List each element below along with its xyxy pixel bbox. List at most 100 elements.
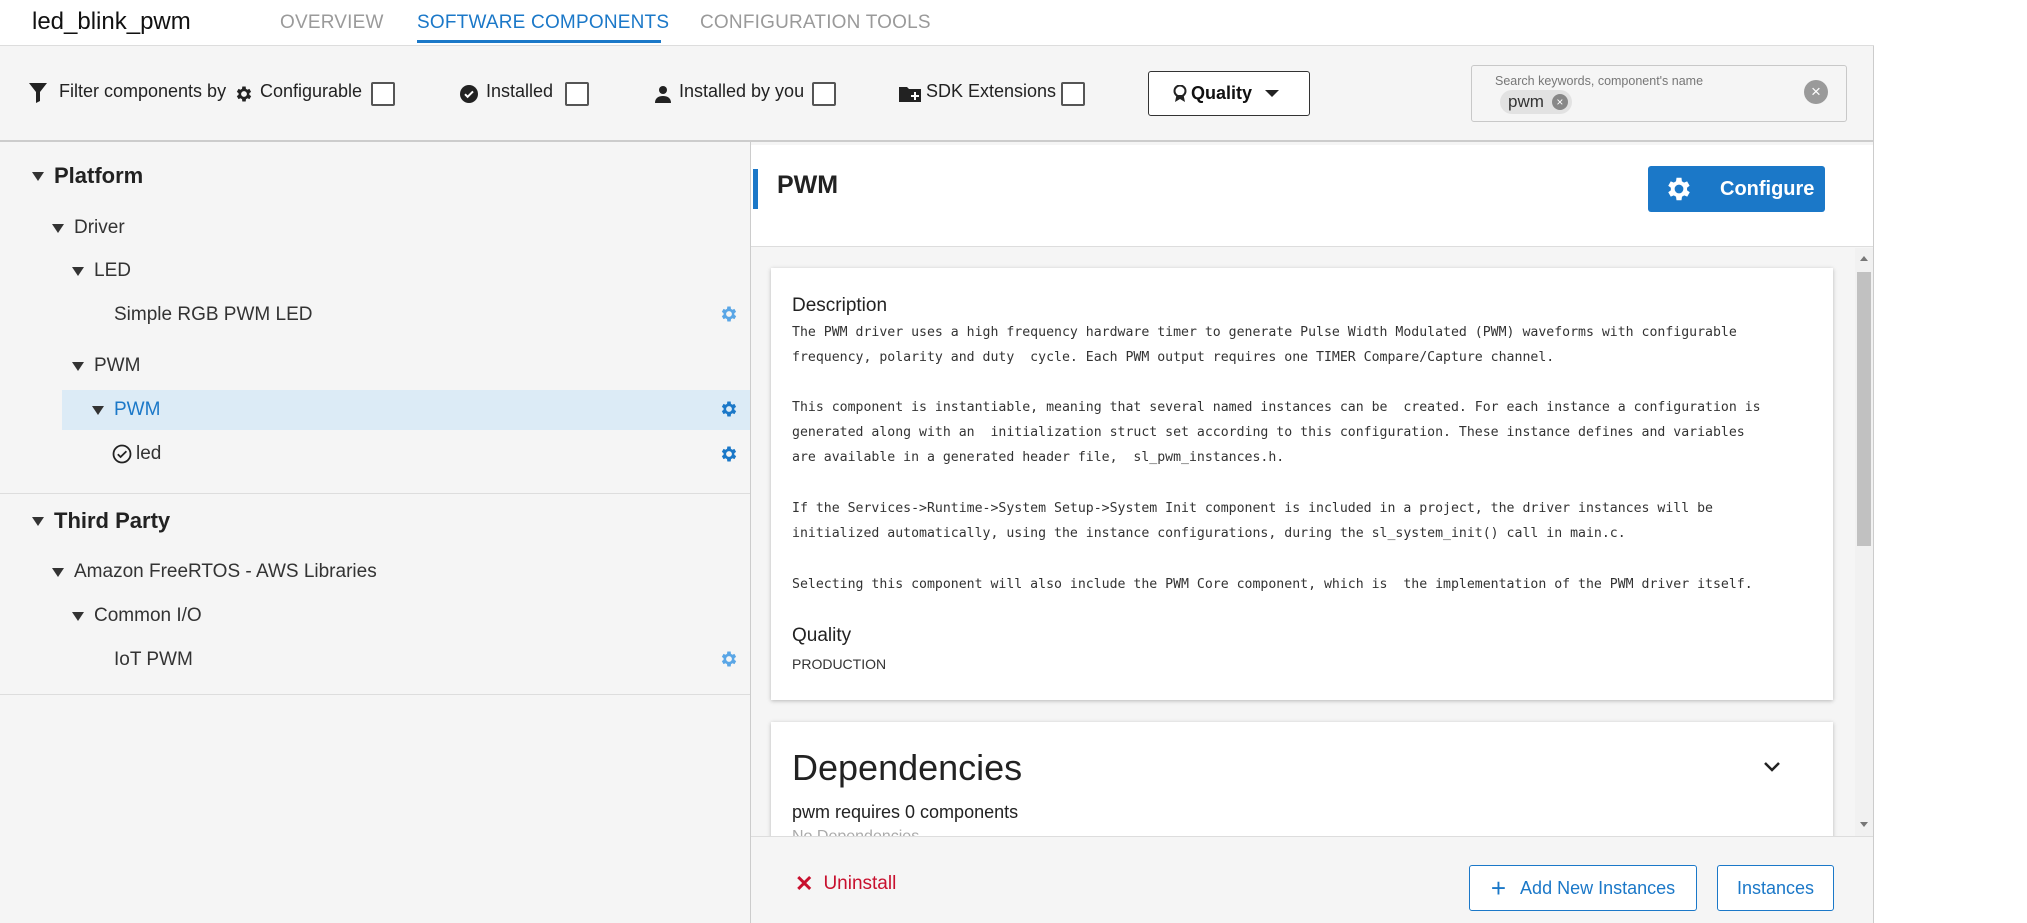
- tree-row-driver[interactable]: Driver: [0, 208, 750, 248]
- chevron-down-icon[interactable]: [1763, 760, 1781, 778]
- filter-icon: [28, 82, 48, 104]
- tree-label: IoT PWM: [114, 649, 193, 670]
- quality-heading: Quality: [792, 625, 852, 646]
- quality-dropdown[interactable]: Quality: [1148, 71, 1310, 116]
- caret-down-icon: [52, 223, 64, 233]
- instances-button[interactable]: Instances: [1717, 865, 1834, 911]
- dependencies-empty: No Dependencies: [792, 828, 919, 836]
- filter-installed-checkbox[interactable]: [565, 82, 589, 106]
- configure-button-label: Configure: [1720, 177, 1815, 200]
- clear-search-icon[interactable]: ×: [1804, 80, 1828, 104]
- tree-label: Common I/O: [94, 605, 202, 626]
- search-chip: pwm ×: [1500, 90, 1572, 114]
- dependencies-heading: Dependencies: [792, 747, 1023, 788]
- filter-sdk-extensions-checkbox[interactable]: [1061, 82, 1085, 106]
- award-icon: [1173, 84, 1187, 103]
- tab-software-components[interactable]: SOFTWARE COMPONENTS: [417, 12, 669, 34]
- gear-icon: [234, 84, 254, 104]
- description-paragraph: This component is instantiable, meaning …: [792, 400, 1761, 465]
- scroll-up-arrow[interactable]: [1860, 256, 1868, 261]
- tree-divider: [0, 694, 750, 695]
- folder-plus-icon: [899, 84, 923, 104]
- filter-bar: Filter components by Configurable Instal…: [0, 46, 1873, 142]
- person-icon: [655, 85, 671, 103]
- tree-label: PWM: [94, 355, 141, 376]
- tree-row-led[interactable]: LED: [0, 251, 750, 291]
- filter-prefix-label: Filter components by: [59, 81, 227, 101]
- title-accent-bar: [753, 169, 758, 209]
- top-bar: led_blink_pwm OVERVIEW SOFTWARE COMPONEN…: [0, 0, 1874, 46]
- tree-divider: [0, 493, 750, 494]
- empty-area: [1874, 0, 2027, 923]
- filter-configurable-label: Configurable: [260, 81, 363, 101]
- tree-row-amazon-freertos[interactable]: Amazon FreeRTOS - AWS Libraries: [0, 552, 750, 592]
- configure-gear-icon[interactable]: [719, 444, 741, 466]
- description-paragraph: The PWM driver uses a high frequency har…: [792, 325, 1737, 365]
- scroll-down-arrow[interactable]: [1860, 822, 1868, 827]
- description-card: Description The PWM driver uses a high f…: [771, 268, 1833, 700]
- filter-installed-by-you-label: Installed by you: [679, 81, 805, 101]
- gear-icon: [1668, 177, 1690, 201]
- description-heading: Description: [792, 295, 888, 316]
- component-footer: ✕ Uninstall + Add New Instances Instance…: [751, 836, 1873, 923]
- configure-button[interactable]: Configure: [1648, 166, 1825, 212]
- tree-row-led-instance[interactable]: led: [0, 434, 750, 474]
- tree-label: Platform: [54, 163, 144, 188]
- active-tab-indicator: [417, 40, 661, 43]
- tree-row-common-io[interactable]: Common I/O: [0, 596, 750, 636]
- close-icon: ✕: [795, 871, 814, 896]
- add-new-instances-label: Add New Instances: [1520, 877, 1676, 898]
- caret-down-icon: [92, 405, 104, 415]
- component-details: Description The PWM driver uses a high f…: [751, 248, 1855, 836]
- configure-gear-icon[interactable]: [719, 649, 741, 671]
- caret-down-icon: [72, 611, 84, 621]
- search-placeholder: Search keywords, component's name: [1495, 74, 1704, 88]
- tree-row-simple-rgb-pwm-led[interactable]: Simple RGB PWM LED: [0, 295, 750, 335]
- tab-configuration-tools[interactable]: CONFIGURATION TOOLS: [700, 12, 931, 34]
- filter-configurable-checkbox[interactable]: [371, 82, 395, 106]
- tree-row-third-party[interactable]: Third Party: [0, 501, 750, 541]
- divider: [1873, 46, 1874, 923]
- caret-down-icon: [72, 361, 84, 371]
- instances-label: Instances: [1736, 877, 1815, 898]
- uninstall-button[interactable]: ✕ Uninstall: [795, 871, 896, 897]
- caret-down-icon: [52, 567, 64, 577]
- tree-label: PWM: [114, 399, 161, 420]
- tree-row-pwm-group[interactable]: PWM: [0, 346, 750, 386]
- scrollbar-thumb[interactable]: [1857, 272, 1871, 546]
- filter-sdk-extensions-label: SDK Extensions: [926, 81, 1057, 101]
- component-title: PWM: [777, 171, 839, 199]
- configure-gear-icon[interactable]: [719, 399, 741, 421]
- filter-installed-label: Installed: [486, 81, 554, 101]
- chip-remove-icon[interactable]: ×: [1551, 94, 1568, 110]
- component-tree: Platform Driver LED Simple RGB PWM LED P…: [0, 142, 750, 923]
- quality-value: PRODUCTION: [792, 656, 887, 672]
- uninstall-label: Uninstall: [823, 873, 897, 894]
- tree-row-pwm-selected[interactable]: PWM: [0, 390, 750, 430]
- dependencies-summary: pwm requires 0 components: [792, 802, 1019, 822]
- description-paragraph: If the Services->Runtime->System Setup->…: [792, 501, 1713, 541]
- installed-check-icon: [112, 444, 132, 464]
- project-name: led_blink_pwm: [32, 8, 191, 35]
- caret-down-icon: [32, 171, 44, 181]
- tree-label: LED: [94, 260, 131, 281]
- tab-overview[interactable]: OVERVIEW: [280, 12, 384, 34]
- caret-down-icon: [32, 516, 44, 526]
- filter-installed-by-you-checkbox[interactable]: [812, 82, 836, 106]
- tree-row-platform[interactable]: Platform: [0, 156, 750, 196]
- configure-gear-icon[interactable]: [719, 304, 741, 326]
- tree-label: Amazon FreeRTOS - AWS Libraries: [74, 561, 377, 582]
- add-new-instances-button[interactable]: + Add New Instances: [1469, 865, 1697, 911]
- search-input[interactable]: Search keywords, component's name pwm × …: [1471, 65, 1847, 122]
- quality-dropdown-label: Quality: [1191, 83, 1253, 103]
- details-scrollbar[interactable]: [1855, 248, 1873, 836]
- component-header: PWM Configure: [751, 145, 1873, 247]
- chevron-down-icon: [1265, 90, 1279, 97]
- dependencies-card[interactable]: Dependencies pwm requires 0 components N…: [771, 722, 1833, 836]
- plus-icon: +: [1490, 873, 1507, 903]
- caret-down-icon: [72, 266, 84, 276]
- tree-label: Simple RGB PWM LED: [114, 304, 313, 325]
- tree-label: led: [136, 443, 162, 464]
- check-circle-icon: [460, 85, 478, 103]
- tree-row-iot-pwm[interactable]: IoT PWM: [0, 640, 750, 680]
